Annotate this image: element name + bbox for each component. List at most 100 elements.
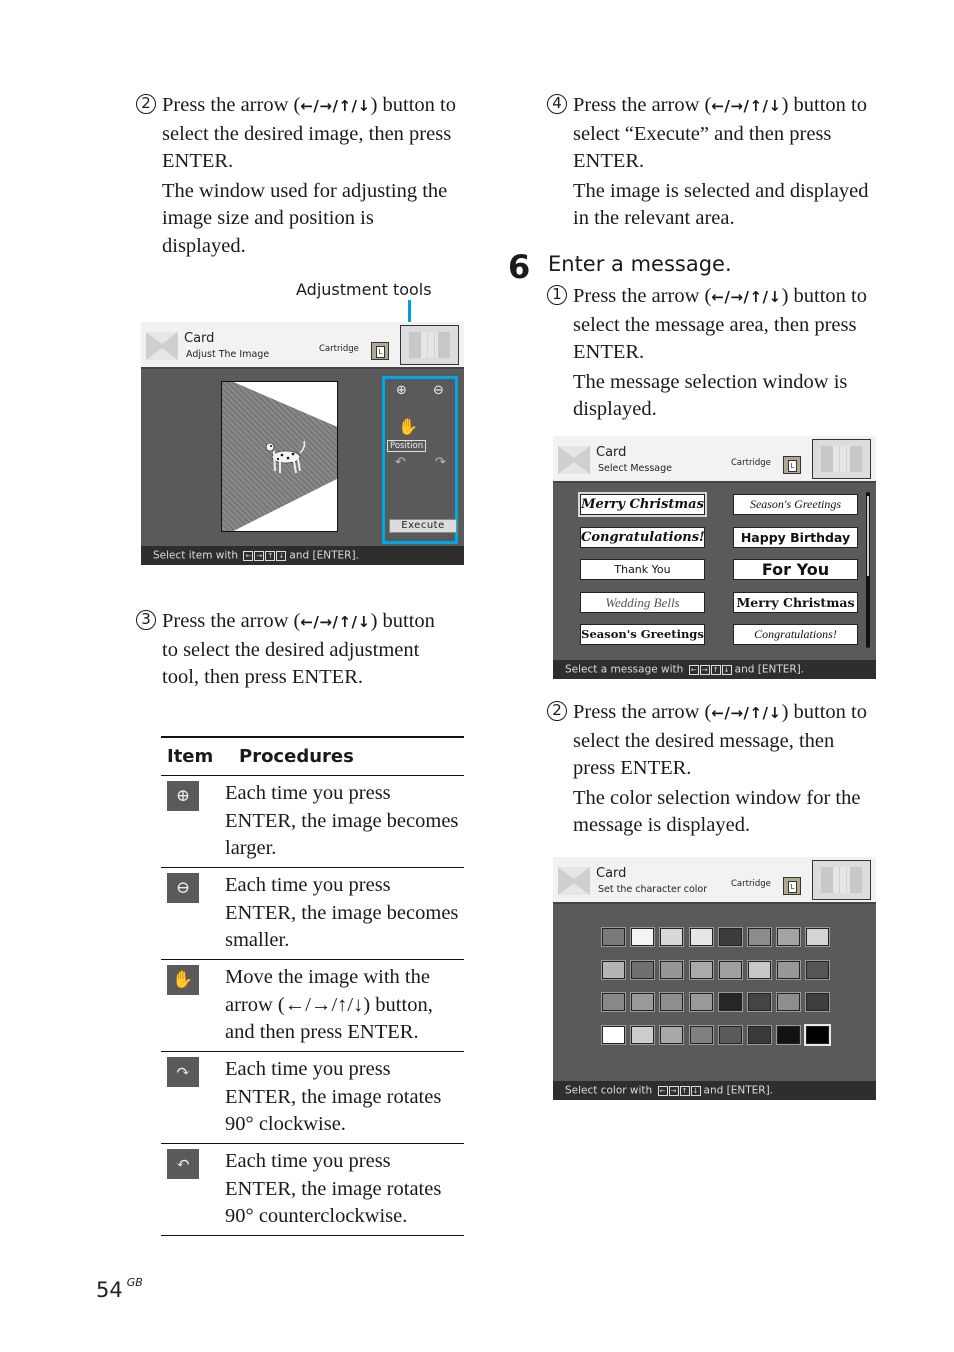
step-2: 2 Press the arrow (←/→/↑/↓) button to se… bbox=[136, 92, 456, 260]
color-swatch[interactable] bbox=[806, 993, 830, 1012]
cartridge-icon: L bbox=[783, 877, 801, 895]
screen-header: Card Adjust The Image Cartridge L bbox=[141, 322, 464, 369]
table-row: ↶ Each time you press ENTER, the image r… bbox=[161, 1144, 464, 1236]
arrow-keys-icon: ← → ↑ ↓ bbox=[657, 1081, 702, 1100]
color-swatch[interactable] bbox=[631, 928, 655, 946]
zoom-in-icon[interactable]: ⊕ bbox=[396, 383, 407, 398]
screen-subtitle: Select Message bbox=[598, 463, 672, 474]
color-swatch[interactable] bbox=[660, 928, 684, 946]
color-swatch[interactable] bbox=[689, 1026, 713, 1045]
rotate-clockwise-icon[interactable]: ↷ bbox=[435, 455, 446, 470]
message-option[interactable]: Season's Greetings bbox=[580, 624, 705, 645]
adjust-image-screen: Card Adjust The Image Cartridge L ⊕ ⊖ ✋ … bbox=[141, 322, 464, 565]
color-swatch[interactable] bbox=[806, 1026, 830, 1045]
table-row: ⊕ Each time you press ENTER, the image b… bbox=[161, 776, 464, 868]
message-option[interactable]: Merry Christmas bbox=[580, 494, 705, 515]
color-swatch[interactable] bbox=[660, 1026, 684, 1045]
color-swatch[interactable] bbox=[718, 960, 742, 979]
step-number-badge: 4 bbox=[547, 94, 567, 114]
card-envelope-icon bbox=[558, 867, 590, 895]
screen-title: Card bbox=[596, 866, 627, 881]
photo-preview[interactable] bbox=[221, 381, 338, 532]
table-row: ⊖ Each time you press ENTER, the image b… bbox=[161, 868, 464, 960]
footer-hint-text: Select item with bbox=[153, 549, 239, 562]
zoom-out-icon[interactable]: ⊖ bbox=[433, 383, 444, 398]
rotate-clockwise-icon: ↷ bbox=[167, 1057, 199, 1087]
color-swatch[interactable] bbox=[718, 928, 742, 946]
message-option[interactable]: Wedding Bells bbox=[580, 592, 705, 613]
cartridge-size: L bbox=[788, 460, 797, 472]
color-swatch[interactable] bbox=[777, 993, 801, 1012]
screen-footer-hint: Select item with ← → ↑ ↓ and [ENTER]. bbox=[141, 546, 464, 565]
card-envelope-icon bbox=[146, 332, 178, 360]
step-3: 3 Press the arrow (←/→/↑/↓) button to se… bbox=[136, 608, 436, 692]
message-option[interactable]: Thank You bbox=[580, 559, 705, 580]
message-option[interactable]: For You bbox=[733, 559, 858, 580]
select-message-screen: Card Select Message Cartridge L Merry Ch… bbox=[553, 436, 876, 679]
cartridge-label: Cartridge bbox=[731, 458, 771, 468]
screen-title: Card bbox=[184, 331, 215, 346]
color-swatch[interactable] bbox=[602, 1026, 625, 1045]
color-swatch[interactable] bbox=[777, 1026, 801, 1045]
color-swatch[interactable] bbox=[602, 928, 625, 946]
color-swatch[interactable] bbox=[718, 993, 742, 1012]
message-option[interactable]: Congratulations! bbox=[733, 624, 858, 645]
zoom-out-icon: ⊖ bbox=[167, 873, 199, 903]
column-header-procedures: Procedures bbox=[239, 746, 354, 767]
color-swatch[interactable] bbox=[777, 928, 801, 946]
color-swatch[interactable] bbox=[660, 993, 684, 1012]
color-swatch[interactable] bbox=[602, 993, 625, 1012]
step-6-1: 1 Press the arrow (←/→/↑/↓) button to se… bbox=[547, 283, 882, 424]
execute-button[interactable]: Execute bbox=[389, 519, 457, 533]
color-swatch[interactable] bbox=[660, 960, 684, 979]
color-swatch[interactable] bbox=[689, 993, 713, 1012]
screen-footer-hint: Select color with ← → ↑ ↓ and [ENTER]. bbox=[553, 1081, 876, 1100]
position-label: Position bbox=[387, 440, 427, 452]
step-6-title: Enter a message. bbox=[548, 252, 732, 276]
color-swatch[interactable] bbox=[748, 993, 771, 1012]
message-option[interactable]: Season's Greetings bbox=[733, 494, 858, 515]
footer-hint-enter: and [ENTER]. bbox=[734, 663, 805, 676]
color-swatch[interactable] bbox=[777, 960, 801, 979]
color-swatch[interactable] bbox=[718, 1026, 742, 1045]
color-swatch[interactable] bbox=[602, 960, 625, 979]
step-number-badge: 2 bbox=[547, 701, 567, 721]
arrow-keys-icon: ← → ↑ ↓ bbox=[243, 546, 287, 565]
step-text-close: ) bbox=[370, 610, 378, 632]
rotate-counterclockwise-icon[interactable]: ↶ bbox=[395, 455, 406, 470]
message-option[interactable]: Happy Birthday bbox=[733, 527, 858, 548]
procedure-text: Each time you press ENTER, the image bec… bbox=[225, 874, 459, 951]
procedure-text: Each time you press ENTER, the image rot… bbox=[225, 1150, 442, 1227]
step-note: The message selection window is displaye… bbox=[573, 370, 848, 421]
color-swatch[interactable] bbox=[689, 928, 713, 946]
scrollbar-thumb[interactable] bbox=[867, 496, 869, 576]
step-note: The color selection window for the messa… bbox=[573, 786, 861, 837]
message-option[interactable]: Congratulations! bbox=[580, 527, 705, 548]
step-number-badge: 2 bbox=[136, 94, 156, 114]
color-swatch[interactable] bbox=[631, 960, 655, 979]
layout-thumbnail bbox=[812, 439, 871, 479]
color-swatch[interactable] bbox=[631, 993, 655, 1012]
cartridge-size: L bbox=[788, 881, 797, 893]
color-swatch[interactable] bbox=[631, 1026, 655, 1045]
screen-header: Card Select Message Cartridge L bbox=[553, 436, 876, 483]
color-swatch[interactable] bbox=[806, 928, 830, 946]
page-region: GB bbox=[126, 1276, 143, 1289]
color-swatch[interactable] bbox=[748, 1026, 771, 1045]
hand-position-icon[interactable]: ✋ bbox=[398, 417, 418, 436]
color-swatch[interactable] bbox=[689, 960, 713, 979]
footer-hint-enter: and [ENTER]. bbox=[703, 1084, 774, 1097]
arrow-keys-glyphs: ←/→/↑/↓ bbox=[711, 704, 782, 722]
zoom-in-icon: ⊕ bbox=[167, 781, 199, 811]
step-text: Press the arrow ( bbox=[573, 285, 712, 307]
rotate-counterclockwise-icon: ↶ bbox=[167, 1149, 199, 1179]
arrow-keys-glyphs: ←/→/↑/↓ bbox=[300, 613, 371, 631]
message-option[interactable]: Merry Christmas bbox=[733, 592, 858, 613]
color-swatch[interactable] bbox=[806, 960, 830, 979]
color-swatch[interactable] bbox=[748, 928, 771, 946]
color-swatch[interactable] bbox=[748, 960, 771, 979]
adjustment-tools-panel: ⊕ ⊖ ✋ Position ↶ ↷ Execute bbox=[382, 376, 458, 544]
cartridge-label: Cartridge bbox=[731, 879, 771, 889]
step-text: Press the arrow ( bbox=[573, 94, 712, 116]
step-text-close: ) bbox=[781, 285, 789, 307]
